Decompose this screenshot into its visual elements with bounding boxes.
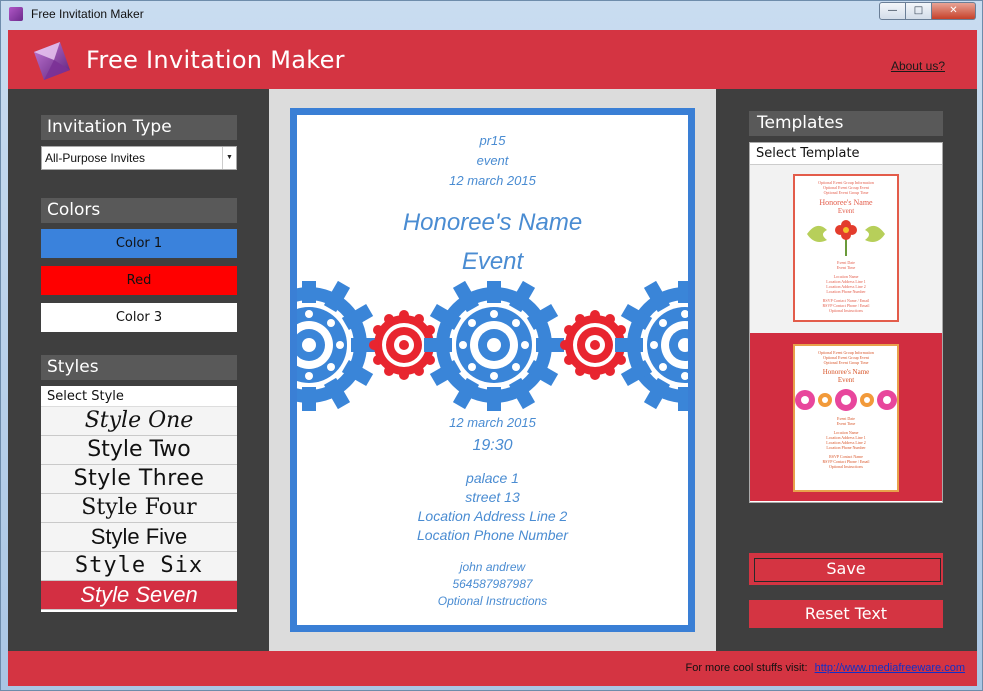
invitation-line-2[interactable]: event (297, 153, 688, 168)
snowflake-banner (297, 281, 688, 411)
template-thumbnail-2[interactable]: Optional Event Group Information Optiona… (750, 333, 942, 501)
template-1-card: Optional Event Group Information Optiona… (793, 174, 899, 322)
app-icon (9, 7, 23, 21)
footer-message: For more cool stuffs visit: (685, 662, 808, 674)
location-phone[interactable]: Location Phone Number (297, 527, 688, 543)
event-time[interactable]: 19:30 (297, 437, 688, 455)
event-name[interactable]: Event (297, 248, 688, 276)
invitation-line-3[interactable]: 12 march 2015 (297, 173, 688, 188)
color-2-button[interactable]: Red (41, 266, 237, 295)
style-item[interactable]: Style Four (41, 494, 237, 523)
invitation-type-value: All-Purpose Invites (45, 151, 146, 165)
flower-pattern-icon (795, 389, 897, 411)
template-thumbnail-1[interactable]: Optional Event Group Information Optiona… (750, 165, 942, 333)
style-item[interactable]: Style Seven (41, 581, 237, 610)
template-text: Optional Event Group Time (823, 360, 869, 365)
about-us-link[interactable]: About us? (891, 59, 945, 73)
rsvp-name[interactable]: john andrew (297, 560, 688, 574)
styles-list: Select Style Style One Style Two Style T… (41, 386, 237, 612)
colors-heading: Colors (41, 198, 237, 223)
save-button-focus-ring (754, 558, 941, 582)
optional-instructions[interactable]: Optional Instructions (297, 594, 688, 608)
color-1-button[interactable]: Color 1 (41, 229, 237, 258)
client-area: Free Invitation Maker About us? Invitati… (8, 30, 977, 686)
window-controls: — □ ✕ (879, 2, 976, 20)
template-text: Optional Event Group Time (823, 190, 869, 195)
flower-icon (807, 220, 885, 256)
app-title: Free Invitation Maker (86, 46, 345, 74)
minimize-button[interactable]: — (879, 2, 906, 20)
invitation-type-heading: Invitation Type (41, 115, 237, 140)
app-header: Free Invitation Maker About us? (8, 30, 977, 89)
style-item[interactable]: Style Six (41, 552, 237, 581)
location-address-2[interactable]: Location Address Line 2 (297, 508, 688, 524)
color-3-button[interactable]: Color 3 (41, 303, 237, 332)
templates-list: Select Template Optional Event Group Inf… (749, 142, 943, 503)
style-item[interactable]: Style Three (41, 465, 237, 494)
envelope-logo-icon (34, 42, 70, 80)
website-link[interactable]: http://www.mediafreeware.com (815, 662, 965, 674)
footer: For more cool stuffs visit: http://www.m… (8, 651, 977, 686)
style-item[interactable]: Style One (41, 407, 237, 436)
template-text: Event (837, 207, 855, 215)
template-text: Event Time (836, 421, 856, 426)
template-text: Location Phone Number (826, 445, 866, 450)
template-text: Event Time (836, 265, 856, 270)
templates-list-header: Select Template (750, 143, 942, 165)
reset-text-button[interactable]: Reset Text (749, 600, 943, 628)
template-text: Honoree's Name (819, 198, 873, 207)
template-text: Event (837, 376, 855, 384)
location-address-1[interactable]: street 13 (297, 489, 688, 505)
title-bar[interactable]: Free Invitation Maker — □ ✕ (1, 1, 982, 29)
event-date[interactable]: 12 march 2015 (297, 415, 688, 430)
template-text: Optional Instructions (829, 464, 863, 469)
honoree-name[interactable]: Honoree's Name (297, 209, 688, 237)
save-button[interactable]: Save (749, 553, 943, 585)
template-text: Optional Instructions (829, 308, 863, 313)
invitation-card: pr15 event 12 march 2015 Honoree's Name … (290, 108, 695, 632)
style-item[interactable]: Style Five (41, 523, 237, 552)
location-name[interactable]: palace 1 (297, 470, 688, 486)
styles-list-header: Select Style (41, 386, 237, 407)
maximize-button[interactable]: □ (906, 2, 932, 20)
styles-heading: Styles (41, 355, 237, 380)
preview-panel: pr15 event 12 march 2015 Honoree's Name … (269, 89, 716, 651)
close-button[interactable]: ✕ (932, 2, 976, 20)
app-window: Free Invitation Maker — □ ✕ Free Invitat… (0, 0, 983, 691)
template-text: Location Phone Number (826, 289, 866, 294)
invitation-type-select[interactable]: All-Purpose Invites ▼ (41, 146, 237, 170)
footer-text: For more cool stuffs visit: http://www.m… (685, 662, 965, 674)
invitation-line-1[interactable]: pr15 (297, 133, 688, 148)
window-title: Free Invitation Maker (31, 7, 144, 21)
chevron-down-icon[interactable]: ▼ (222, 147, 236, 169)
template-2-card: Optional Event Group Information Optiona… (793, 344, 899, 492)
style-item[interactable]: Style Two (41, 436, 237, 465)
templates-heading: Templates (749, 111, 943, 136)
rsvp-phone[interactable]: 564587987987 (297, 577, 688, 591)
template-text: Honoree's Name (822, 368, 870, 376)
